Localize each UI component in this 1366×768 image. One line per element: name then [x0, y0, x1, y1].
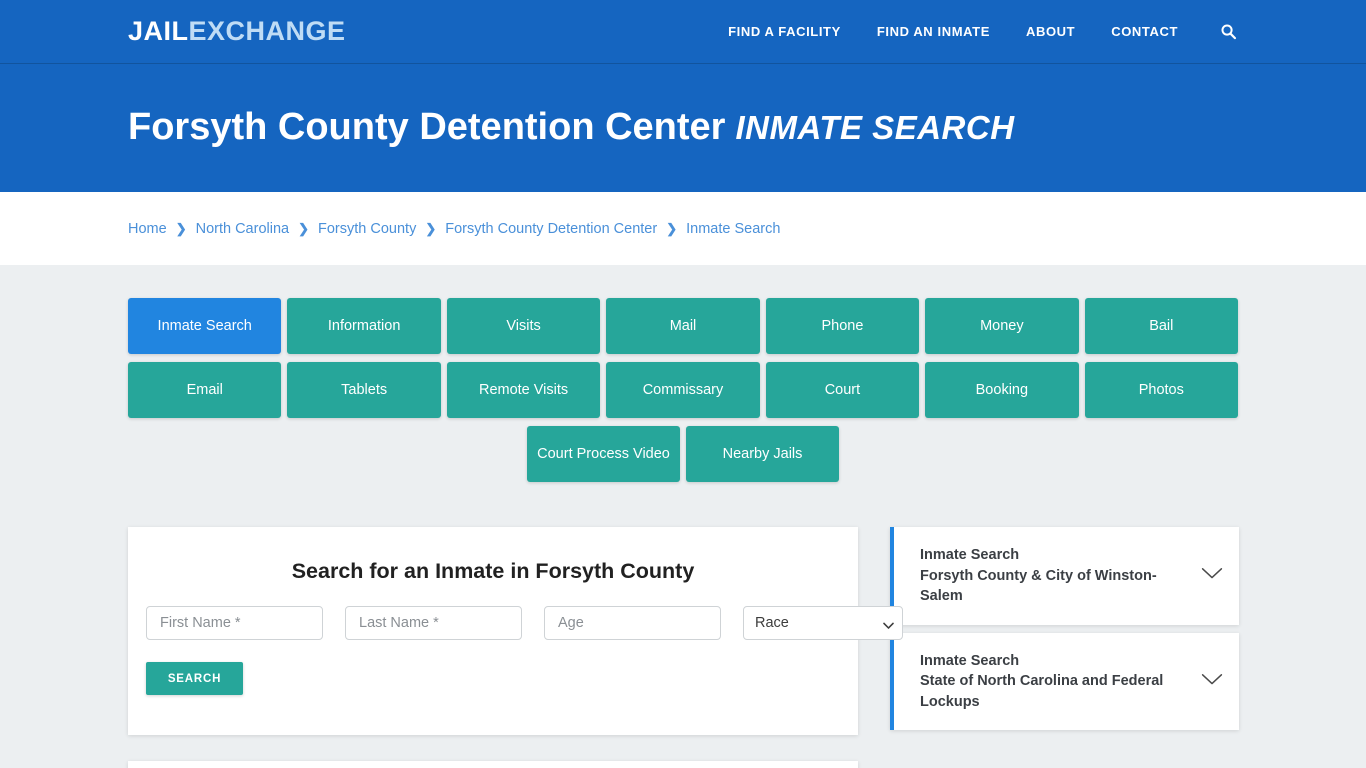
accordion-item-text: Inmate Search Forsyth County & City of W… [920, 545, 1189, 607]
tab-phone[interactable]: Phone [765, 298, 920, 354]
tab-booking[interactable]: Booking [925, 362, 1079, 418]
breadcrumb-item-state[interactable]: North Carolina [196, 221, 290, 237]
last-name-input[interactable] [345, 606, 522, 640]
tab-money[interactable]: Money [925, 298, 1079, 354]
accordion-item-county-search[interactable]: Inmate Search Forsyth County & City of W… [890, 527, 1239, 625]
inmate-search-card: Search for an Inmate in Forsyth County R… [128, 527, 903, 735]
tab-remote-visits[interactable]: Remote Visits [446, 362, 601, 418]
nav-contact[interactable]: CONTACT [1111, 24, 1178, 39]
accordion-item-title: Inmate Search [920, 547, 1020, 563]
logo-text-exchange: EXCHANGE [188, 16, 346, 46]
race-select-wrap: Race [743, 606, 903, 640]
tab-tablets[interactable]: Tablets [287, 362, 441, 418]
tab-visits[interactable]: Visits [446, 298, 601, 354]
breadcrumb-item-county[interactable]: Forsyth County [318, 221, 416, 237]
breadcrumb-item-facility[interactable]: Forsyth County Detention Center [445, 221, 657, 237]
secondary-content-card [128, 761, 858, 768]
breadcrumb-separator: ❯ [298, 221, 309, 236]
age-input[interactable] [544, 606, 721, 640]
accordion-item-subtitle: State of North Carolina and Federal Lock… [920, 673, 1164, 710]
first-name-input[interactable] [146, 606, 323, 640]
chevron-down-icon[interactable] [1201, 673, 1223, 691]
search-icon[interactable] [1218, 22, 1238, 42]
breadcrumb-separator: ❯ [666, 221, 678, 236]
search-submit-button[interactable]: SEARCH [146, 662, 243, 695]
tab-nearby-jails[interactable]: Nearby Jails [686, 426, 839, 482]
content-columns: Search for an Inmate in Forsyth County R… [128, 527, 1239, 768]
logo-text-jail: JAIL [128, 16, 189, 46]
tab-court-process-video[interactable]: Court Process Video [527, 426, 680, 482]
tab-commissary[interactable]: Commissary [606, 362, 760, 418]
tab-bail[interactable]: Bail [1084, 298, 1238, 354]
accordion-item-state-search[interactable]: Inmate Search State of North Carolina an… [890, 632, 1239, 731]
tab-mail[interactable]: Mail [606, 298, 760, 354]
search-form-row: Race [146, 606, 903, 640]
tab-photos[interactable]: Photos [1084, 362, 1238, 418]
chevron-down-icon[interactable] [1201, 567, 1223, 585]
page-title-section: INMATE SEARCH [735, 109, 1015, 147]
right-column: Inmate Search Forsyth County & City of W… [890, 527, 1239, 731]
nav-find-an-inmate[interactable]: FIND AN INMATE [877, 24, 990, 39]
page-title-facility: Forsyth County Detention Center [128, 106, 726, 149]
accordion-item-text: Inmate Search State of North Carolina an… [920, 651, 1189, 713]
breadcrumb-item-current: Inmate Search [686, 220, 781, 237]
search-card-title: Search for an Inmate in Forsyth County [291, 559, 695, 583]
nav-about[interactable]: ABOUT [1026, 24, 1075, 39]
nav-find-a-facility[interactable]: FIND A FACILITY [728, 24, 841, 39]
left-column: Search for an Inmate in Forsyth County R… [128, 527, 903, 768]
accordion-item-title: Inmate Search [920, 652, 1020, 669]
facility-tab-grid-row3: Court Process Video Nearby Jails [128, 426, 1238, 482]
accordion-item-subtitle: Forsyth County & City of Winston-Salem [920, 567, 1157, 605]
top-navbar: JAILEXCHANGE FIND A FACILITY FIND AN INM… [0, 0, 1366, 64]
tab-information[interactable]: Information [287, 298, 441, 354]
page-body: Inmate Search Information Visits Mail Ph… [0, 265, 1366, 768]
facility-tab-grid: Inmate Search Information Visits Mail Ph… [128, 265, 1238, 418]
page-title: Forsyth County Detention Center INMATE SE… [128, 106, 1015, 149]
page-hero: Forsyth County Detention Center INMATE SE… [0, 64, 1366, 192]
breadcrumb-band: Home ❯ North Carolina ❯ Forsyth County ❯… [0, 192, 1366, 265]
main-nav: FIND A FACILITY FIND AN INMATE ABOUT CON… [728, 22, 1238, 42]
tab-inmate-search[interactable]: Inmate Search [128, 298, 282, 354]
tab-court[interactable]: Court [765, 362, 920, 418]
site-logo[interactable]: JAILEXCHANGE [128, 18, 346, 45]
breadcrumb-separator: ❯ [425, 221, 437, 236]
race-select[interactable]: Race [743, 606, 903, 640]
breadcrumb: Home ❯ North Carolina ❯ Forsyth County ❯… [128, 221, 780, 237]
tab-email[interactable]: Email [128, 362, 282, 418]
breadcrumb-separator: ❯ [175, 221, 187, 236]
breadcrumb-item-home[interactable]: Home [128, 221, 167, 237]
